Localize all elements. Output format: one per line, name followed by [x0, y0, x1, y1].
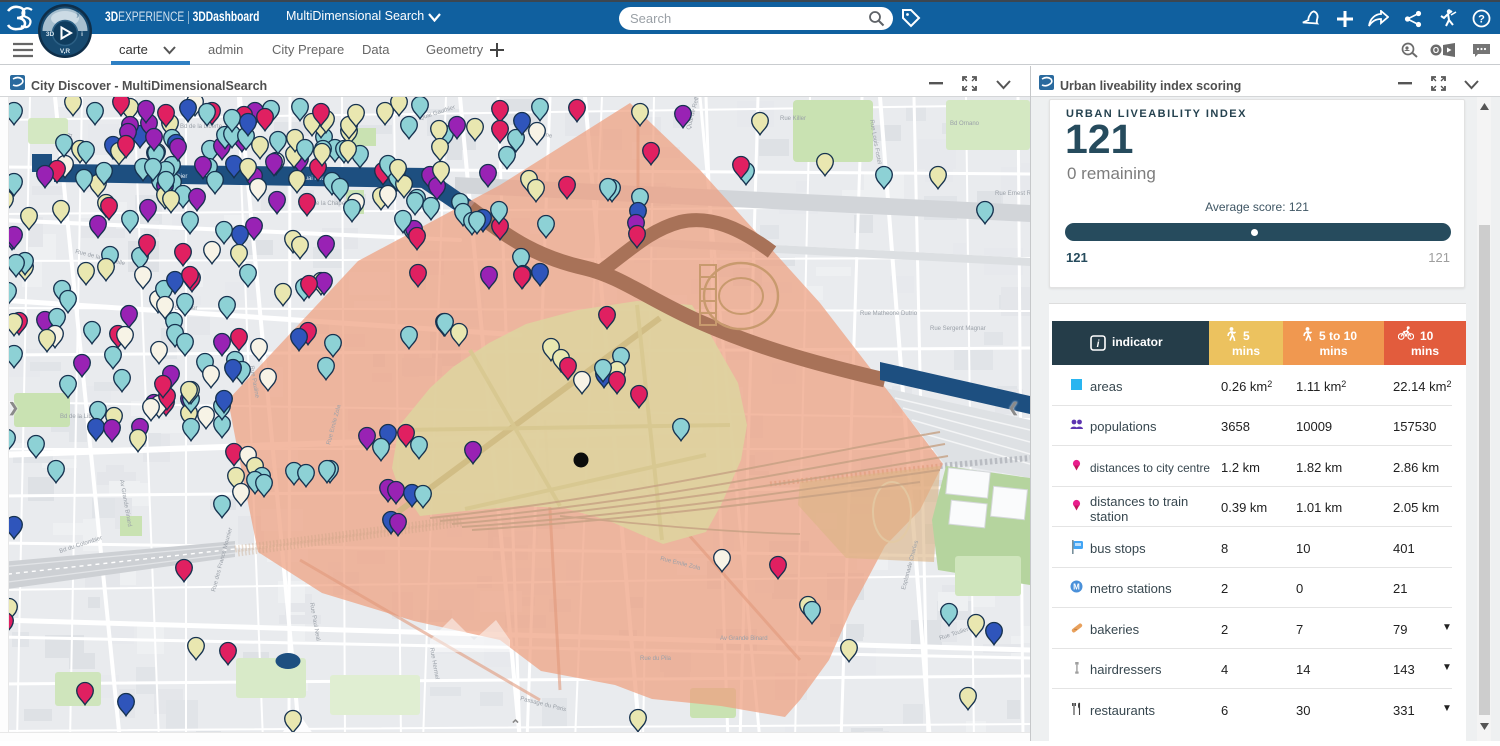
svg-text:i: i [1097, 339, 1100, 350]
svg-text:Av Grande Binard: Av Grande Binard [720, 636, 768, 642]
svg-text:Rue Matheone Dutrio: Rue Matheone Dutrio [860, 311, 918, 317]
svg-text:Rue du Pila: Rue du Pila [640, 656, 672, 662]
svg-text:i: i [81, 31, 83, 38]
svg-text:Bd Ornano: Bd Ornano [950, 121, 980, 127]
svg-text:Bd de la Liberte: Bd de la Liberte [180, 124, 223, 130]
svg-text:3D: 3D [46, 31, 55, 38]
svg-text:?: ? [1478, 14, 1485, 26]
svg-text:Rue Sergent Magnar: Rue Sergent Magnar [930, 326, 986, 332]
svg-text:O: O [1433, 46, 1439, 55]
svg-text:M: M [1073, 582, 1080, 591]
svg-text:V,R: V,R [60, 48, 71, 55]
svg-text:Rue Killer: Rue Killer [780, 116, 806, 122]
svg-text:Rue Ernest Rodes: Rue Ernest Rodes [995, 191, 1030, 197]
